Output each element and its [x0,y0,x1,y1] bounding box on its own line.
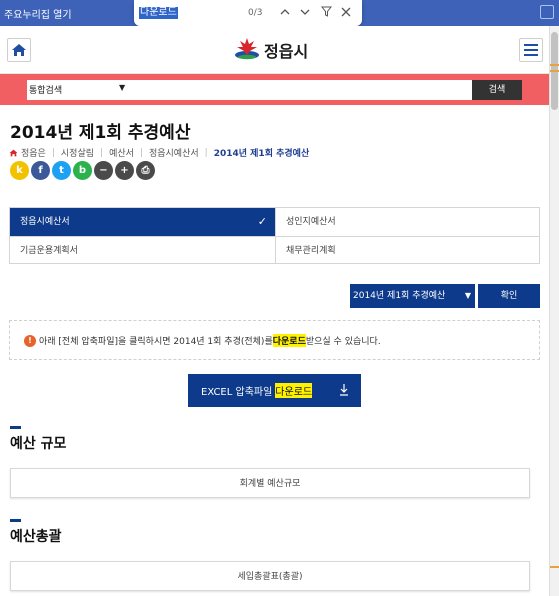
section-accent [10,426,21,429]
scrollbar[interactable] [549,26,559,596]
notice-text-after: 받으실 수 있습니다. [305,337,381,347]
chevron-down-icon: ▼ [119,83,126,92]
tab-gender-budget[interactable]: 성인지예산서 [275,208,540,236]
search-button[interactable]: 검색 [472,80,522,100]
breadcrumb-current: 2014년 제1회 추경예산 [213,149,310,159]
notice-text-before: 아래 [전체 압축파일]을 클릭하시면 2014년 1회 추경(전체)를 [39,337,273,347]
excel-button-highlight: 다운로드 [275,383,313,398]
close-icon[interactable] [339,5,353,21]
breadcrumb-item[interactable]: 시정살림 [61,146,94,159]
download-icon [340,384,348,396]
menu-button[interactable] [519,38,543,62]
filter-icon[interactable] [319,5,333,21]
find-match-marker [550,64,559,66]
find-input[interactable]: 다운로드 [139,7,178,19]
search-category-select[interactable]: 통합검색 [29,83,101,96]
home-button[interactable] [7,38,31,62]
favorites-label[interactable]: 주요누리집 열기 [4,6,72,21]
breadcrumb: 정읍은 | 시정살림 | 예산서 | 정읍시예산서 | 2014년 제1회 추경… [9,146,309,159]
home-icon [12,44,26,56]
section-accent [10,519,21,522]
find-count: 0/3 [248,8,263,18]
section-title-budget-size: 예산 규모 [10,436,67,452]
excel-button-label: EXCEL 압축파일 [201,387,273,398]
tab-label: 정읍시예산서 [20,217,70,227]
search-box[interactable]: 통합검색 ▼ [27,80,522,100]
confirm-button[interactable]: 확인 [478,284,540,308]
notice-highlight: 다운로드 [272,334,306,347]
chevron-up-icon[interactable] [278,5,292,21]
logo-emblem-icon [233,36,261,64]
print-icon[interactable]: ⎙ [136,161,155,180]
site-header: 정읍시 [0,26,549,74]
budget-tabs: 정읍시예산서 ✓ 성인지예산서 기금운용계획서 채무관리계획 [9,207,540,264]
page-title: 2014년 제1회 추경예산 [10,123,191,143]
tab-debt-plan[interactable]: 채무관리계획 [275,236,540,264]
site-logo[interactable]: 정읍시 [233,34,308,66]
alert-icon: ! [24,334,36,347]
breadcrumb-item[interactable]: 예산서 [109,146,134,159]
band-icon[interactable]: b [73,161,92,180]
kakaostory-icon[interactable]: k [10,161,29,180]
section-title-budget-summary: 예산총괄 [10,529,62,545]
hamburger-icon [524,44,538,56]
zoom-in-icon[interactable]: + [115,161,134,180]
download-notice: ! 아래 [전체 압축파일]을 클릭하시면 2014년 1회 추경(전체)를 다… [9,320,540,360]
tab-label: 성인지예산서 [286,217,336,227]
year-select[interactable]: 2014년 제1회 추경예산 ▼ [350,284,475,308]
home-icon [9,149,18,156]
tab-label: 기금운용계획서 [20,246,78,256]
logo-text: 정읍시 [264,42,309,61]
chevron-down-icon[interactable] [298,5,312,21]
chevron-down-icon: ▼ [464,291,471,300]
search-band: 통합검색 ▼ 검색 [0,74,549,105]
excel-download-button[interactable]: EXCEL 압축파일 다운로드 [188,374,361,407]
twitter-icon[interactable]: t [52,161,71,180]
tab-jeongeup-budget[interactable]: 정읍시예산서 ✓ [10,208,275,236]
tab-fund-plan[interactable]: 기금운용계획서 [10,236,275,264]
revenue-summary-link[interactable]: 세입총괄표(총괄) [10,561,530,591]
tab-label: 채무관리계획 [286,246,336,256]
check-icon: ✓ [257,215,267,228]
find-match-marker [550,566,559,568]
find-bar: 다운로드 0/3 [134,0,362,26]
window-button[interactable] [540,5,554,19]
breadcrumb-item[interactable]: 정읍은 [21,146,46,159]
facebook-icon[interactable]: f [31,161,50,180]
budget-by-account-link[interactable]: 회계별 예산규모 [10,468,530,498]
share-tools: k f t b − + ⎙ [10,161,155,180]
breadcrumb-item[interactable]: 정읍시예산서 [149,146,199,159]
zoom-out-icon[interactable]: − [94,161,113,180]
find-match-marker [550,70,559,72]
year-select-value: 2014년 제1회 추경예산 [353,291,446,301]
